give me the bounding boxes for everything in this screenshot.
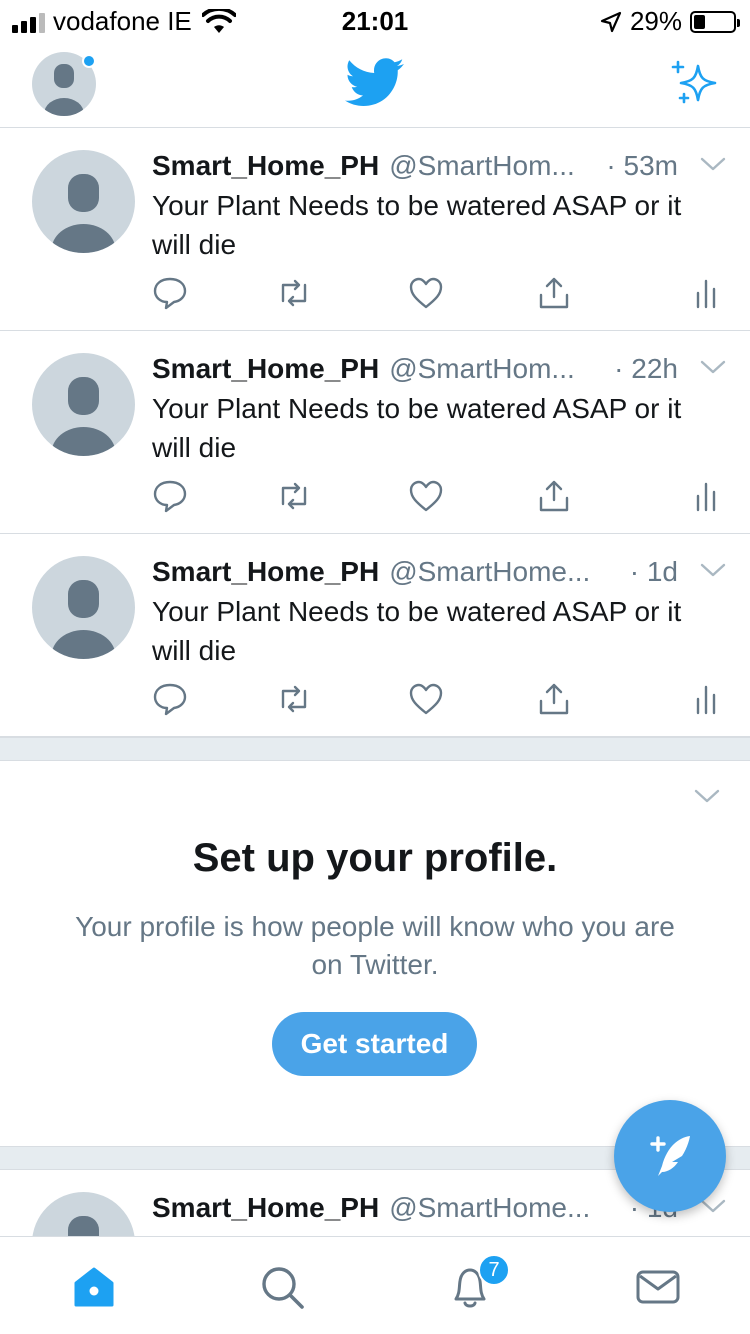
tweet-author-handle[interactable]: @SmartHom... xyxy=(389,150,575,182)
bottom-tab-bar xyxy=(0,1236,750,1334)
share-icon[interactable] xyxy=(536,478,572,514)
home-icon[interactable] xyxy=(70,1263,118,1311)
section-divider xyxy=(0,737,750,761)
tweet-author-handle[interactable]: @SmartHome... xyxy=(389,1192,590,1224)
tweet-author-name[interactable]: Smart_Home_PH xyxy=(152,556,379,588)
location-arrow-icon xyxy=(600,11,622,32)
like-icon[interactable] xyxy=(408,478,444,514)
default-avatar-icon xyxy=(51,377,116,456)
tweet-row[interactable]: Smart_Home_PH @SmartHom... · 22h Your Plant… xyxy=(0,331,750,534)
chevron-down-icon[interactable] xyxy=(700,154,726,174)
retweet-icon[interactable] xyxy=(276,681,312,717)
default-avatar-icon xyxy=(51,580,116,659)
tweet-author-name[interactable]: Smart_Home_PH xyxy=(152,353,379,385)
analytics-icon[interactable] xyxy=(688,681,724,717)
default-avatar-icon xyxy=(68,1216,99,1236)
analytics-icon[interactable] xyxy=(688,478,724,514)
tweet-avatar[interactable] xyxy=(32,150,135,253)
compose-tweet-button[interactable] xyxy=(614,1100,726,1212)
retweet-icon[interactable] xyxy=(276,478,312,514)
chevron-down-icon[interactable] xyxy=(700,560,726,580)
tweet-header: Smart_Home_PH @SmartHome... · 1d xyxy=(152,556,726,592)
tweet-row[interactable]: Smart_Home_PH @SmartHome... · 1d Your Plant… xyxy=(0,534,750,737)
default-avatar-icon xyxy=(51,174,116,253)
tweet-author-handle[interactable]: @SmartHom... xyxy=(389,353,575,385)
unread-dot xyxy=(82,54,96,68)
chevron-down-icon[interactable] xyxy=(694,786,720,806)
tweet-avatar[interactable] xyxy=(32,353,135,456)
retweet-icon[interactable] xyxy=(276,275,312,311)
tweet-author-name[interactable]: Smart_Home_PH xyxy=(152,150,379,182)
tweet-text: Your Plant Needs to be watered ASAP or i… xyxy=(152,393,682,463)
tweet-header: Smart_Home_PH @SmartHom... · 53m xyxy=(152,150,726,186)
reply-icon[interactable] xyxy=(152,681,188,717)
tweet-timestamp: · 22h xyxy=(614,353,678,384)
setup-profile-card: Set up your profile. Your profile is how… xyxy=(0,762,750,1146)
tweet-text: Your Plant Needs to be watered ASAP or i… xyxy=(152,596,682,666)
like-icon[interactable] xyxy=(408,681,444,717)
share-icon[interactable] xyxy=(536,275,572,311)
tweet-author-handle[interactable]: @SmartHome... xyxy=(389,556,590,588)
tweet-header: Smart_Home_PH @SmartHom... · 22h xyxy=(152,353,726,389)
notification-badge: 7 xyxy=(478,1254,510,1286)
status-right: 29% xyxy=(600,6,740,37)
tweet-timestamp: · 1d xyxy=(629,556,678,587)
tweet-actions xyxy=(152,275,722,315)
chevron-down-icon[interactable] xyxy=(700,357,726,377)
messages-icon[interactable] xyxy=(634,1263,682,1311)
sparkle-icon[interactable] xyxy=(670,60,720,110)
tweet-avatar[interactable] xyxy=(32,556,135,659)
reply-icon[interactable] xyxy=(152,275,188,311)
top-nav xyxy=(0,40,750,128)
compose-feather-icon xyxy=(650,1136,690,1176)
twitter-bird-icon[interactable] xyxy=(345,58,405,108)
tweet-avatar[interactable] xyxy=(32,1192,135,1236)
tweet-text: Your Plant Needs to be watered ASAP or i… xyxy=(152,190,682,260)
analytics-icon[interactable] xyxy=(688,275,724,311)
setup-description: Your profile is how people will know who… xyxy=(75,911,675,980)
share-icon[interactable] xyxy=(536,681,572,717)
setup-title: Set up your profile. xyxy=(192,836,558,880)
like-icon[interactable] xyxy=(408,275,444,311)
status-bar: vodafone IE 21:01 29% xyxy=(0,0,750,40)
tweet-timestamp: · 53m xyxy=(606,150,678,181)
reply-icon[interactable] xyxy=(152,478,188,514)
battery-icon xyxy=(690,10,740,33)
tweet-author-name[interactable]: Smart_Home_PH xyxy=(152,1192,379,1224)
search-icon[interactable] xyxy=(258,1263,306,1311)
battery-percent: 29% xyxy=(629,6,682,36)
tweet-actions xyxy=(152,478,722,518)
get-started-button[interactable]: Get started xyxy=(272,1012,477,1076)
tweet-row[interactable]: Smart_Home_PH @SmartHom... · 53m Your Plant… xyxy=(0,128,750,331)
tweet-actions xyxy=(152,681,722,721)
